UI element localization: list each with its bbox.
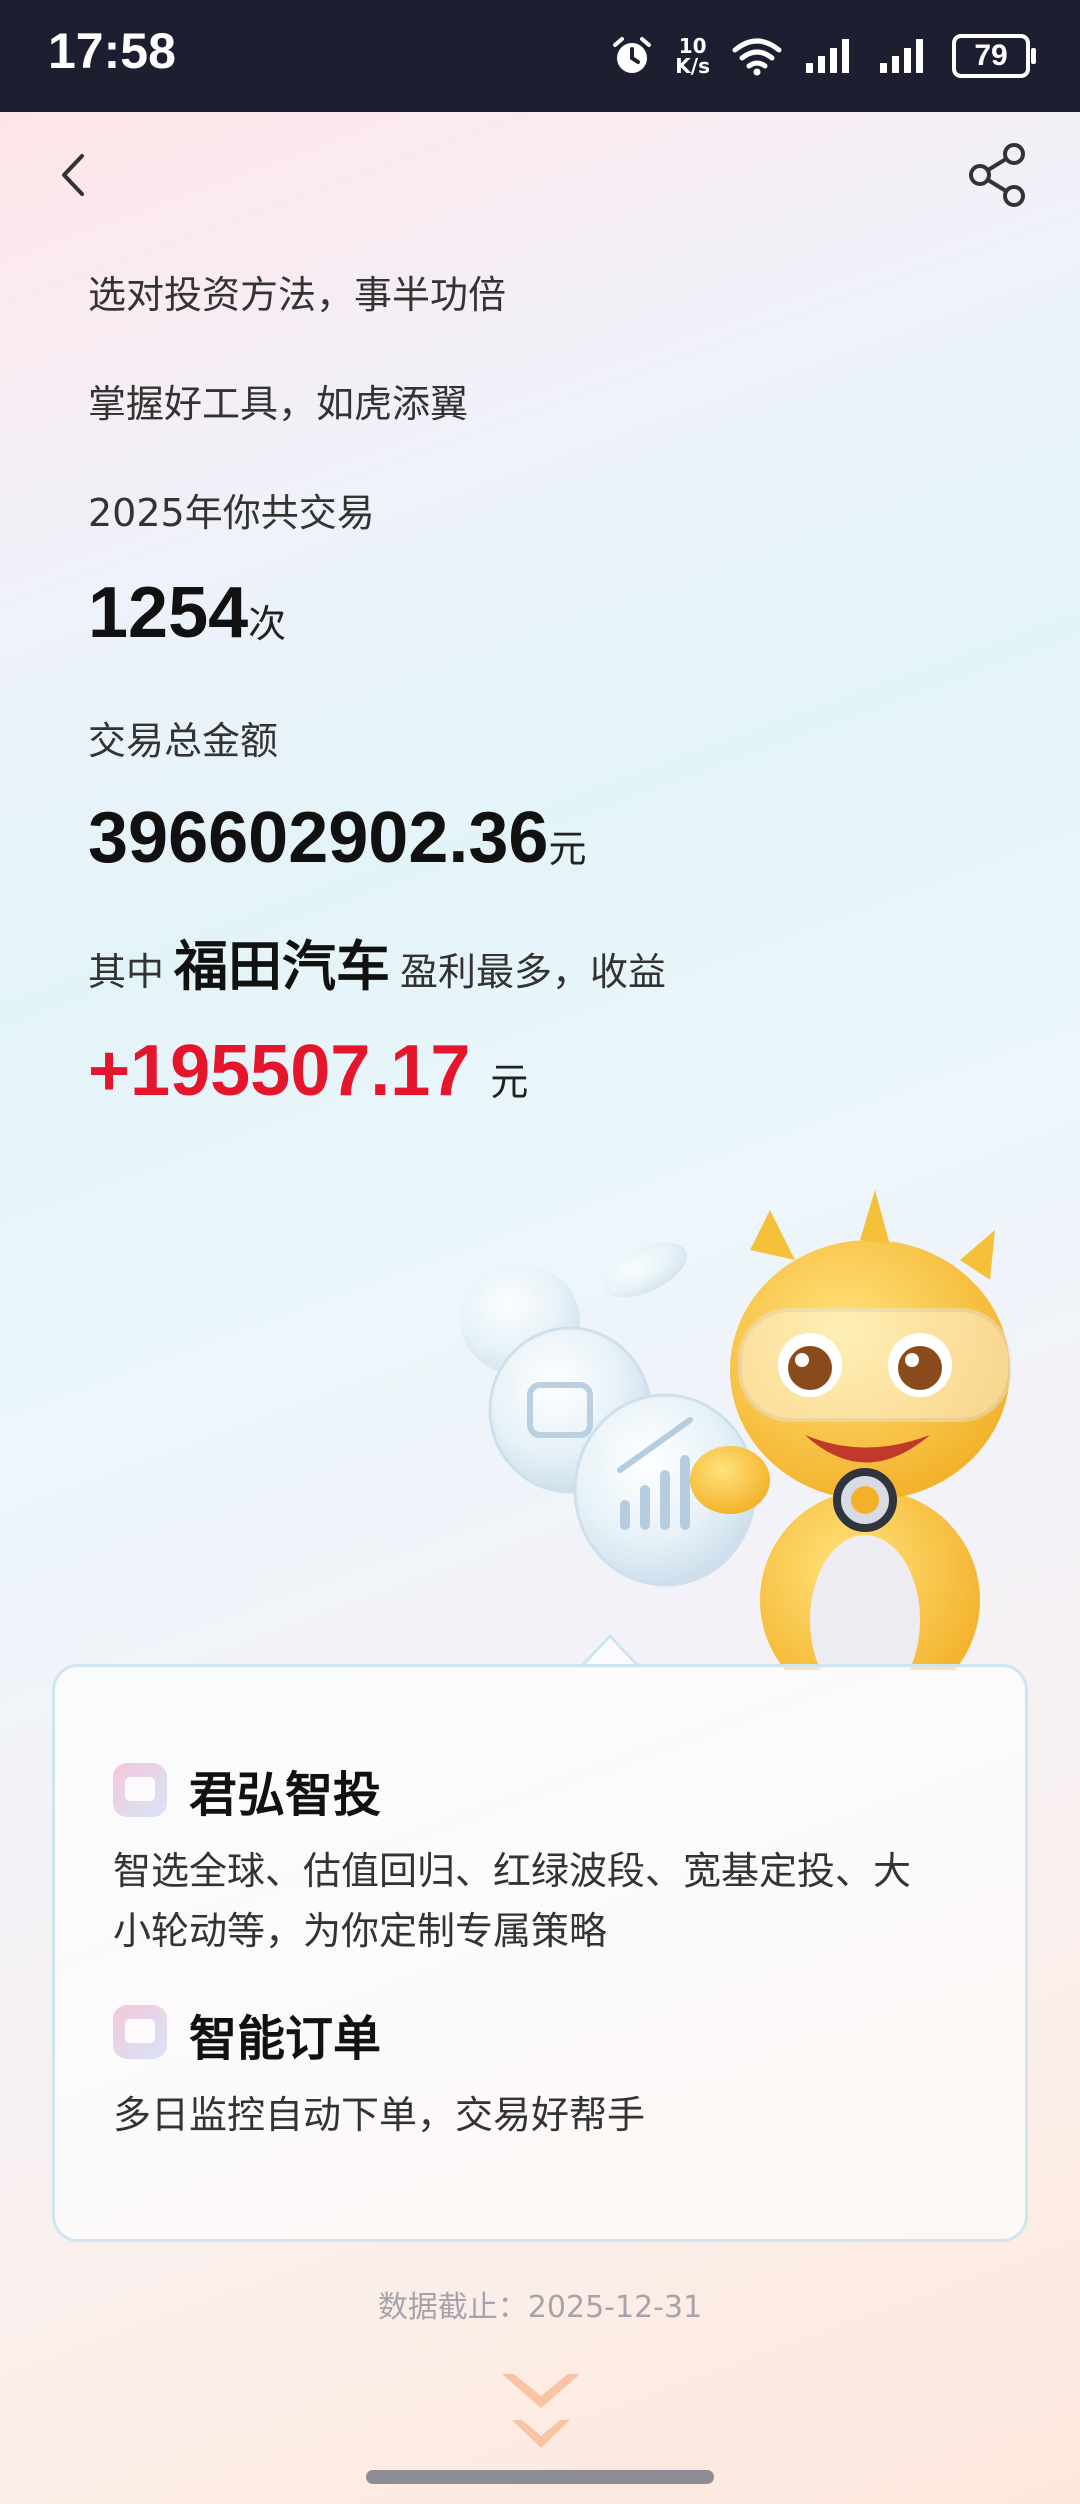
back-button[interactable]: [50, 150, 100, 200]
amount-value: 396602902.36: [88, 798, 549, 878]
smart-order-icon: [113, 2005, 167, 2059]
best-stock-name: 福田汽车: [174, 935, 391, 998]
amount-row: 396602902.36元: [88, 797, 587, 879]
feature-desc-smart-order: 多日监控自动下单，交易好帮手: [113, 2093, 646, 2137]
trades-count-row: 1254次: [88, 572, 286, 654]
smart-invest-icon: [113, 1763, 167, 1817]
intro-line-2: 掌握好工具，如虎添翼: [88, 382, 469, 426]
best-suffix: 盈利最多，收益: [400, 950, 667, 994]
feature-title-smart-order: 智能订单: [189, 2011, 382, 2067]
trades-label: 2025年你共交易: [88, 491, 375, 535]
mascot-illustration: [460, 1190, 1012, 1670]
intro-line-1: 选对投资方法，事半功倍: [88, 273, 507, 317]
status-time: 17:58: [48, 23, 176, 79]
share-button[interactable]: [966, 142, 1030, 208]
home-indicator[interactable]: [366, 2470, 714, 2484]
amount-label: 交易总金额: [88, 719, 279, 763]
card-notch: [580, 1634, 640, 1668]
signal-icon-2: [880, 39, 923, 73]
profit-value: +195507.17: [88, 1031, 471, 1111]
signal-icon: [806, 39, 849, 73]
profit-unit: 元: [490, 1060, 529, 1104]
profit-row: +195507.17 元: [88, 1030, 528, 1112]
alarm-icon: [613, 37, 652, 73]
best-stock-row: 其中 福田汽车 盈利最多，收益: [88, 922, 666, 1001]
feature-title-smart-invest: 君弘智投: [189, 1767, 382, 1823]
feature-desc-smart-invest-2: 小轮动等，为你定制专属策略: [113, 1909, 608, 1953]
wifi-icon: [732, 38, 782, 76]
status-bar: 17:58 10 K/s 79: [0, 0, 1080, 112]
trades-unit: 次: [248, 602, 287, 646]
trades-count: 1254: [88, 573, 249, 653]
feature-card: 君弘智投 智选全球、估值回归、红绿波段、宽基定投、大 小轮动等，为你定制专属策略…: [52, 1664, 1028, 2242]
status-icons: 10 K/s 79: [611, 26, 1036, 86]
battery-indicator: 79: [952, 34, 1036, 78]
feature-desc-smart-invest-1: 智选全球、估值回归、红绿波段、宽基定投、大: [113, 1849, 912, 1893]
net-speed-indicator: 10 K/s: [675, 34, 710, 78]
data-cutoff-date: 数据截止：2025-12-31: [377, 2290, 703, 2325]
scroll-down-chevron-icon[interactable]: [498, 2364, 584, 2464]
amount-unit: 元: [548, 827, 587, 871]
best-prefix: 其中: [88, 950, 165, 994]
